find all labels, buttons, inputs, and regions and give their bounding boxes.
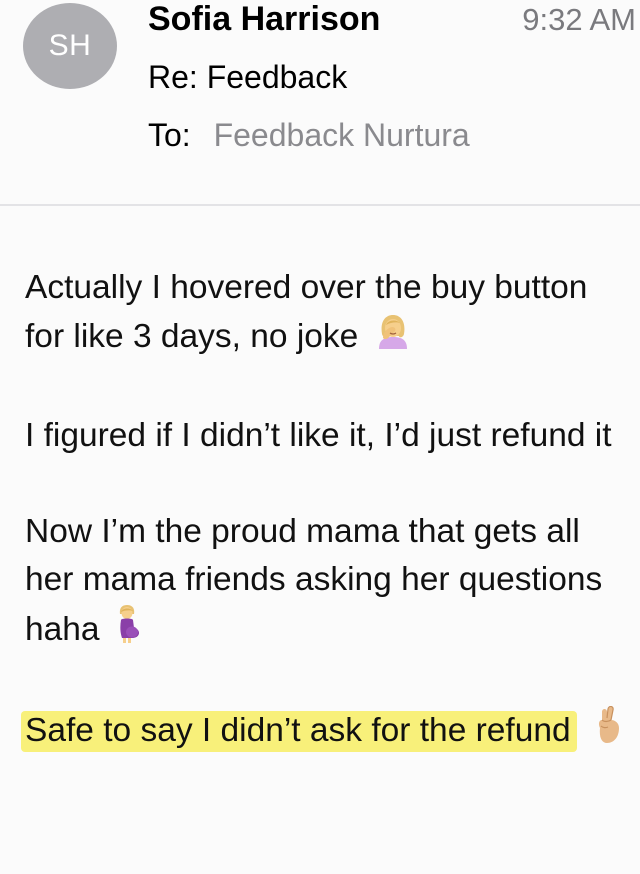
paragraph-text: Now I’m the proud mama that gets all her… <box>25 513 603 648</box>
sender-name[interactable]: Sofia Harrison <box>148 0 380 39</box>
avatar[interactable]: SH <box>23 3 117 89</box>
recipient-row: To: Feedback Nurtura <box>148 117 470 154</box>
message-body: Actually I hovered over the buy button f… <box>21 264 625 758</box>
avatar-initials: SH <box>48 29 92 62</box>
pregnant-woman-icon <box>115 604 141 658</box>
face-palm-woman-icon <box>374 312 412 364</box>
message-paragraph: Actually I hovered over the buy button f… <box>25 264 625 364</box>
paragraph-text: Actually I hovered over the buy button f… <box>25 269 588 355</box>
message-paragraph: I figured if I didn’t like it, I’d just … <box>25 412 625 460</box>
paragraph-text: Safe to say I didn’t ask for the refund <box>25 711 571 749</box>
email-subject: Re: Feedback <box>148 59 348 95</box>
email-header: SH Sofia Harrison 9:32 AM Re: Feedback T… <box>0 0 640 205</box>
paragraph-text: I figured if I didn’t like it, I’d just … <box>25 417 612 454</box>
message-paragraph: Now I’m the proud mama that gets all her… <box>25 508 625 658</box>
crossed-fingers-icon <box>592 705 624 758</box>
message-paragraph: Safe to say I didn’t ask for the refund <box>21 705 625 758</box>
to-label: To: <box>148 117 191 153</box>
highlighted-text: Safe to say I didn’t ask for the refund <box>21 710 577 752</box>
timestamp: 9:32 AM <box>522 2 636 37</box>
header-divider <box>0 204 640 206</box>
recipient-name[interactable]: Feedback Nurtura <box>214 117 470 153</box>
